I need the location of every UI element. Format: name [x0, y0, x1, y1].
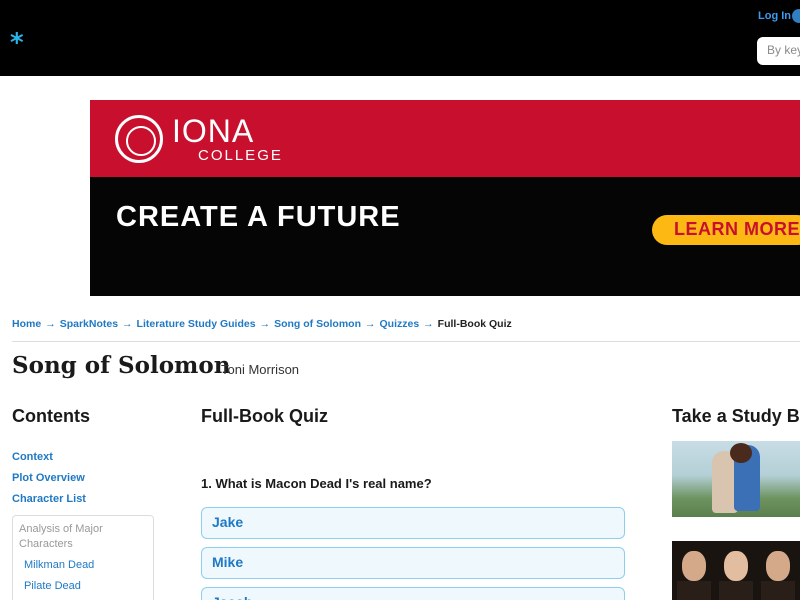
photo-figure — [730, 443, 752, 463]
breadcrumb-separator: → — [423, 318, 434, 330]
answer-option-mike[interactable]: Mike — [201, 547, 625, 579]
breadcrumb-literature-study-guides[interactable]: Literature Study Guides — [137, 318, 256, 330]
sparknotes-logo-icon[interactable]: * — [10, 30, 24, 56]
study-break-heading: Take a Study Break — [672, 406, 800, 426]
ad-brand-name: IONA — [172, 113, 255, 149]
user-avatar-icon[interactable] — [792, 9, 800, 23]
page-title: Song of Solomon — [12, 352, 231, 379]
study-break-photo[interactable] — [672, 441, 800, 517]
study-break-photo[interactable] — [672, 541, 800, 600]
photo-figure — [719, 581, 753, 600]
toc-link-character-list[interactable]: Character List — [12, 493, 86, 505]
breadcrumb-sparknotes[interactable]: SparkNotes — [60, 318, 118, 330]
toc-link-milkman-dead[interactable]: Milkman Dead — [24, 559, 94, 571]
ad-brand-sub: COLLEGE — [198, 147, 283, 164]
contents-heading: Contents — [12, 406, 90, 426]
answer-option-jake[interactable]: Jake — [201, 507, 625, 539]
toc-link-plot-overview[interactable]: Plot Overview — [12, 472, 85, 484]
breadcrumb-song-of-solomon[interactable]: Song of Solomon — [274, 318, 361, 330]
college-seal-icon — [115, 115, 163, 163]
photo-figure — [724, 551, 748, 581]
breadcrumb-quizzes[interactable]: Quizzes — [379, 318, 419, 330]
breadcrumb-separator: → — [45, 318, 56, 330]
quiz-question: 1. What is Macon Dead I's real name? — [201, 476, 432, 491]
login-link[interactable]: Log In — [758, 10, 791, 22]
breadcrumb-separator: → — [364, 318, 376, 330]
photo-figure — [677, 581, 711, 600]
sparknotes-logo-wordmark[interactable] — [30, 40, 190, 60]
ad-headline: CREATE A FUTURE — [116, 201, 401, 233]
toc-link-context[interactable]: Context — [12, 451, 53, 463]
advertisement-banner[interactable]: IONA COLLEGE CREATE A FUTURE LEARN MORE — [90, 100, 800, 296]
top-navigation-bar: * Log In By keyword — [0, 0, 800, 76]
ad-learn-more-button[interactable]: LEARN MORE — [652, 215, 800, 245]
breadcrumb-current: Full-Book Quiz — [437, 318, 512, 330]
breadcrumb-separator: → — [122, 318, 133, 330]
quiz-heading: Full-Book Quiz — [201, 406, 328, 426]
answer-option-jacob[interactable]: Jacob — [201, 587, 625, 600]
breadcrumb: Home → SparkNotes → Literature Study Guides →… — [12, 318, 512, 330]
toc-section-title[interactable]: Analysis of Major Characters — [19, 522, 139, 552]
photo-figure — [766, 551, 790, 581]
toc-link-pilate-dead[interactable]: Pilate Dead — [24, 580, 81, 592]
breadcrumb-separator: → — [259, 318, 271, 330]
photo-figure — [682, 551, 706, 581]
photo-figure — [761, 581, 795, 600]
breadcrumb-home[interactable]: Home — [12, 318, 41, 330]
book-author[interactable]: Toni Morrison — [221, 362, 299, 377]
search-input[interactable]: By keyword — [757, 37, 800, 65]
divider — [12, 341, 800, 342]
